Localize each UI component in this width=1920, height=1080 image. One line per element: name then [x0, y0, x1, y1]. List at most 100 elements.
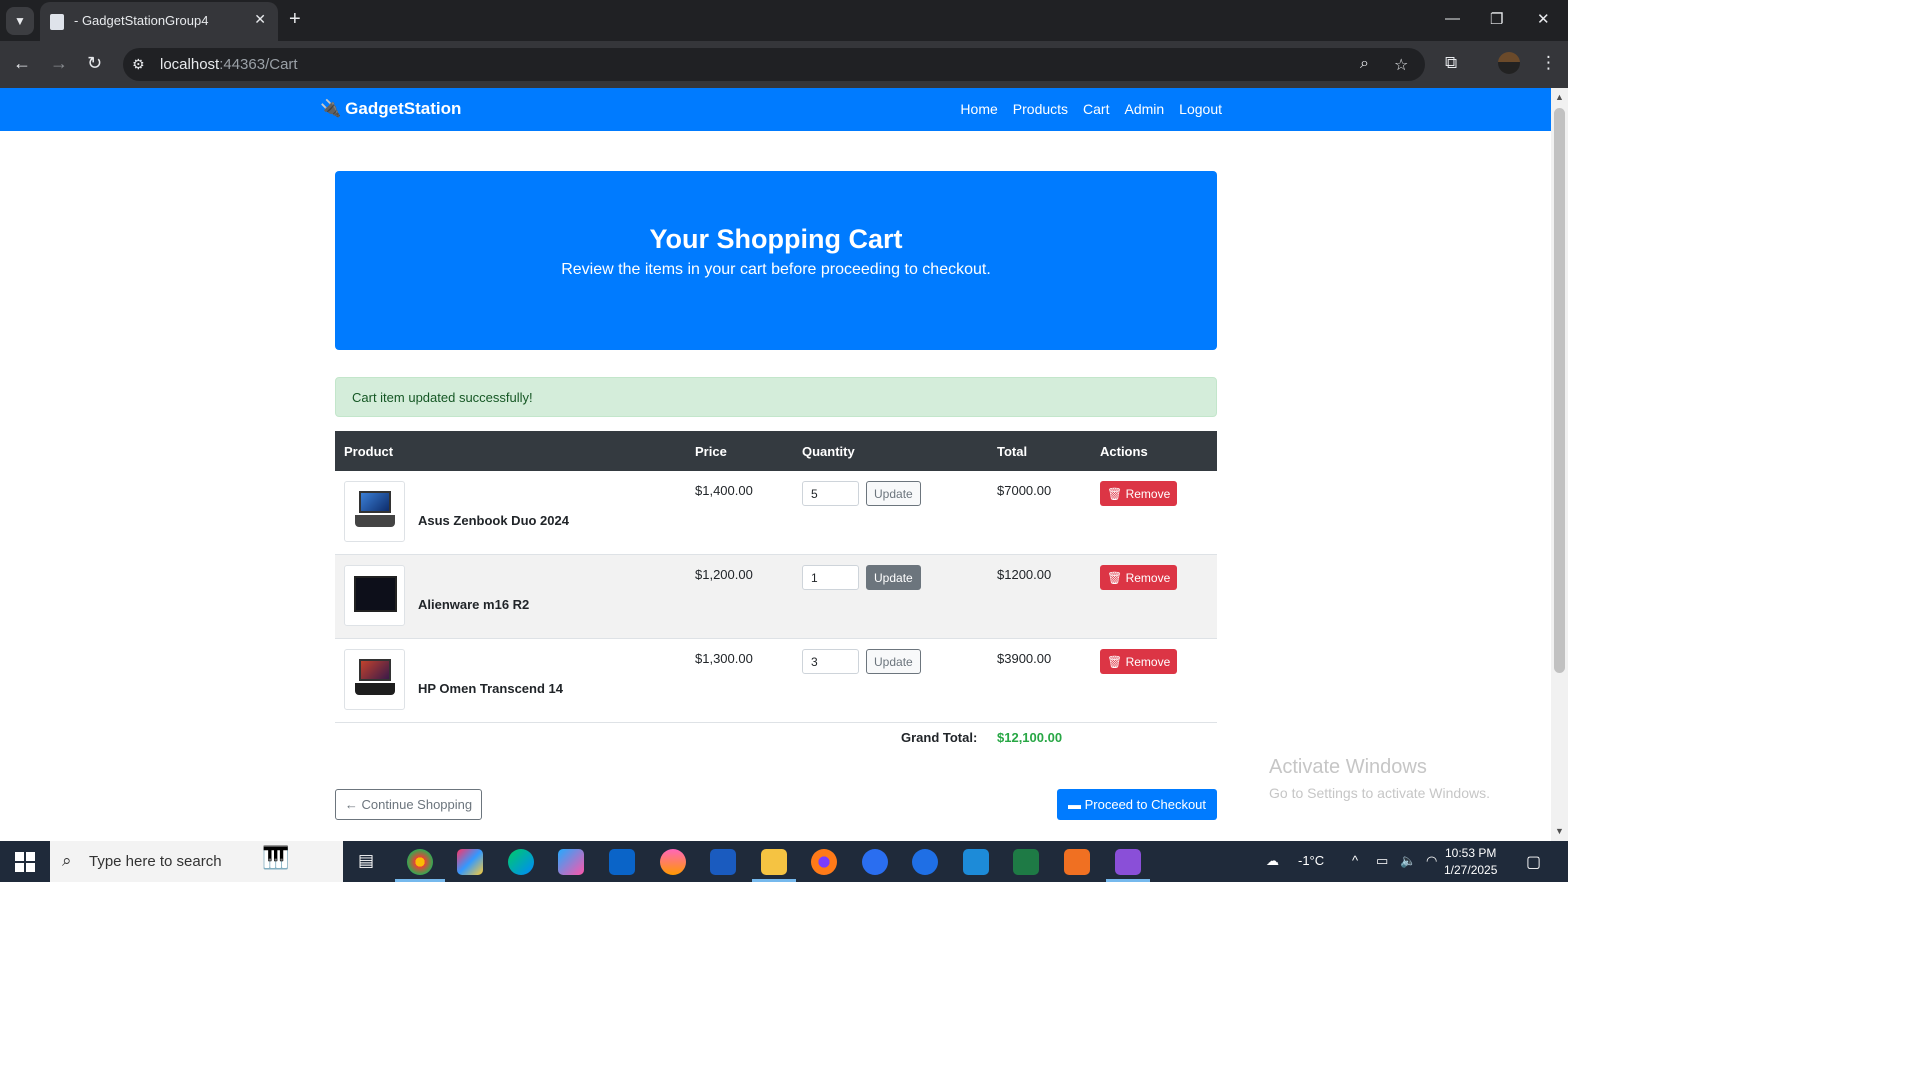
tab-search-chevron-icon[interactable]: ▼: [6, 7, 34, 35]
chrome-app-icon[interactable]: [407, 849, 433, 875]
table-row: HP Omen Transcend 14 $1,300.00 Update $3…: [335, 639, 1217, 723]
quantity-input[interactable]: [802, 565, 859, 590]
product-price: $1,300.00: [695, 651, 753, 666]
credit-card-icon: ▬: [1067, 797, 1085, 812]
table-header-row: Product Price Quantity Total Actions: [335, 431, 1217, 471]
continue-shopping-button[interactable]: ← Continue Shopping: [335, 789, 482, 820]
site-info-icon[interactable]: ⚙: [132, 56, 145, 73]
product-image: [344, 565, 405, 626]
wifi-icon[interactable]: ◠: [1426, 853, 1437, 869]
windows-start-icon[interactable]: [15, 852, 35, 872]
update-button[interactable]: Update: [866, 481, 921, 506]
notification-icon[interactable]: ▢: [1526, 852, 1541, 872]
clock-time: 10:53 PM: [1445, 846, 1497, 860]
watermark-subtitle: Go to Settings to activate Windows.: [1269, 785, 1490, 801]
activate-windows-watermark: Activate Windows Go to Settings to activ…: [1269, 756, 1490, 801]
browser-menu-icon[interactable]: ⋮: [1540, 53, 1557, 73]
m365-app-icon[interactable]: [558, 849, 584, 875]
quantity-input[interactable]: [802, 649, 859, 674]
update-button[interactable]: Update: [866, 565, 921, 590]
edge-app-icon[interactable]: [508, 849, 534, 875]
xampp-app-icon[interactable]: [1064, 849, 1090, 875]
medal-app-icon[interactable]: [660, 849, 686, 875]
grand-total-label: Grand Total:: [901, 730, 978, 745]
watermark-title: Activate Windows: [1269, 756, 1427, 778]
remove-button[interactable]: 🗑 Remove: [1100, 649, 1178, 674]
file-explorer-app-icon[interactable]: [761, 849, 787, 875]
extensions-puzzle-icon[interactable]: ⧉: [1445, 53, 1457, 73]
outlook-app-icon[interactable]: [609, 849, 635, 875]
nav-cart[interactable]: Cart: [1083, 101, 1109, 117]
search-highlight-icon: 🎹: [262, 845, 290, 870]
product-cell: HP Omen Transcend 14: [344, 649, 677, 710]
page-title: Your Shopping Cart: [649, 224, 903, 254]
product-price: $1,400.00: [695, 483, 753, 498]
product-name: Alienware m16 R2: [418, 597, 530, 612]
temperature[interactable]: -1°C: [1298, 853, 1324, 868]
brand-name: GadgetStation: [345, 99, 462, 118]
window-close-icon[interactable]: ✕: [1537, 10, 1550, 28]
zoom-magnifier-icon[interactable]: ⌕: [1360, 55, 1369, 73]
cart-table: Product Price Quantity Total Actions Asu…: [335, 431, 1217, 723]
quantity-form: Update: [802, 649, 979, 674]
nav-logout[interactable]: Logout: [1179, 101, 1222, 117]
site-navbar: 🔌 GadgetStation Home Products Cart Admin …: [0, 88, 1551, 131]
copilot-app-icon[interactable]: [457, 849, 483, 875]
success-alert: Cart item updated successfully!: [335, 377, 1217, 417]
browser-tab-bar: ▼ - GadgetStationGroup4 ✕ + — ❐ ✕: [0, 0, 1568, 41]
nav-admin[interactable]: Admin: [1124, 101, 1164, 117]
address-bar[interactable]: ⚙ localhost:44363/Cart ⌕ ☆: [123, 48, 1425, 81]
app-store-app-icon[interactable]: [862, 849, 888, 875]
product-cell: Alienware m16 R2: [344, 565, 677, 626]
task-view-icon[interactable]: ▤: [358, 851, 374, 871]
update-button[interactable]: Update: [866, 649, 921, 674]
new-tab-plus-icon[interactable]: +: [289, 8, 301, 31]
browser-tab[interactable]: - GadgetStationGroup4 ✕: [40, 2, 278, 41]
forward-arrow-icon[interactable]: →: [50, 53, 68, 74]
arrow-left-icon: ←: [344, 797, 362, 812]
zoom-app-icon[interactable]: [912, 849, 938, 875]
table-row: Asus Zenbook Duo 2024 $1,400.00 Update $…: [335, 471, 1217, 555]
back-arrow-icon[interactable]: ←: [13, 53, 31, 74]
table-row: Alienware m16 R2 $1,200.00 Update $1200.…: [335, 554, 1217, 639]
minimize-icon[interactable]: —: [1445, 10, 1460, 27]
nav-home[interactable]: Home: [960, 101, 997, 117]
quantity-input[interactable]: [802, 481, 859, 506]
system-clock[interactable]: 10:53 PM 1/27/2025: [1444, 845, 1497, 879]
trash-icon: 🗑: [1107, 570, 1126, 585]
nav-products[interactable]: Products: [1013, 101, 1068, 117]
url-text[interactable]: localhost:44363/Cart: [160, 56, 298, 73]
search-icon: ⌕: [62, 851, 72, 870]
header-actions: Actions: [1091, 431, 1217, 471]
scroll-thumb[interactable]: [1554, 108, 1565, 673]
remove-button[interactable]: 🗑 Remove: [1100, 481, 1178, 506]
quantity-form: Update: [802, 565, 979, 590]
taskbar-search-box[interactable]: ⌕ Type here to search 🎹: [50, 841, 343, 882]
product-image: [344, 649, 405, 710]
scroll-up-icon[interactable]: ▲: [1555, 92, 1564, 102]
visual-studio-app-icon[interactable]: [1115, 849, 1141, 875]
active-app-indicator: [1106, 879, 1150, 882]
profile-avatar[interactable]: [1498, 52, 1520, 74]
product-name: Asus Zenbook Duo 2024: [418, 513, 569, 528]
page-scrollbar[interactable]: ▲ ▼: [1551, 88, 1568, 841]
remove-button[interactable]: 🗑 Remove: [1100, 565, 1178, 590]
tray-chevron-icon[interactable]: ^: [1352, 853, 1358, 868]
firefox-app-icon[interactable]: [811, 849, 837, 875]
page-subtitle: Review the items in your cart before pro…: [561, 261, 991, 278]
project-app-icon[interactable]: [1013, 849, 1039, 875]
weather-icon[interactable]: ☁: [1266, 853, 1279, 869]
proceed-to-checkout-button[interactable]: ▬ Proceed to Checkout: [1057, 789, 1217, 820]
line-total: $3900.00: [997, 651, 1052, 666]
product-price: $1,200.00: [695, 567, 753, 582]
tab-close-icon[interactable]: ✕: [254, 11, 266, 28]
bookmark-star-icon[interactable]: ☆: [1394, 55, 1408, 75]
scroll-down-icon[interactable]: ▼: [1555, 826, 1564, 836]
vscode-app-icon[interactable]: [963, 849, 989, 875]
word-app-icon[interactable]: [710, 849, 736, 875]
battery-icon[interactable]: ▭: [1376, 853, 1388, 869]
brand-link[interactable]: 🔌 GadgetStation: [320, 99, 461, 119]
restore-icon[interactable]: ❐: [1490, 10, 1503, 28]
reload-icon[interactable]: ↻: [87, 53, 102, 74]
volume-icon[interactable]: 🔈: [1400, 853, 1416, 869]
